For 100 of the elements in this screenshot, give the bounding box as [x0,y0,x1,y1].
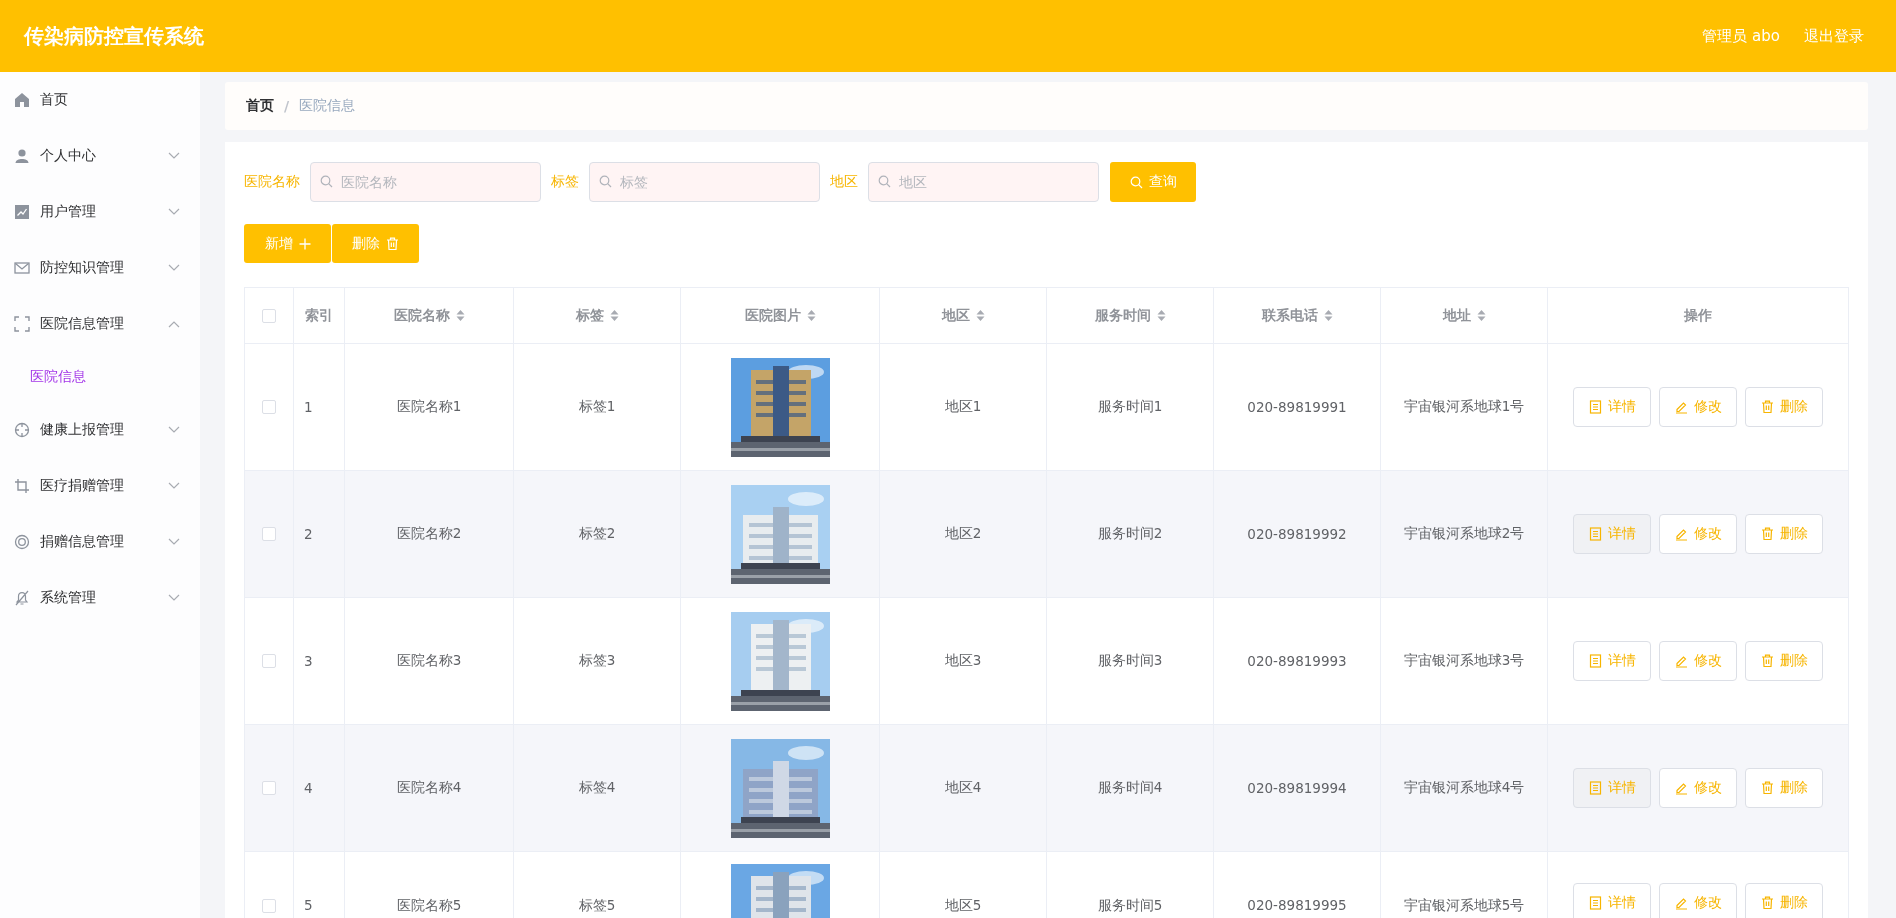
table-cell: 宇宙银河系地球1号 [1403,398,1525,416]
search-icon [878,175,891,188]
sidebar-subitem[interactable]: 医院信息 [0,352,200,402]
plus-icon [298,237,311,250]
checkbox[interactable] [262,308,276,323]
chart-icon [14,204,30,220]
table-cell: 020-89819991 [1247,399,1347,415]
search-icon [599,175,612,188]
table-cell: 4 [304,780,313,796]
sidebar-item[interactable]: 系统管理 [0,570,200,626]
column-header[interactable]: 地址 [1442,306,1471,325]
checkbox[interactable] [262,899,276,913]
breadcrumb-link[interactable]: 首页 [246,97,274,115]
sidebar-item[interactable]: 捐赠信息管理 [0,514,200,570]
checkbox[interactable] [262,654,276,668]
table-cell: 标签4 [578,779,616,797]
detail-button[interactable]: 详情 [1573,387,1651,427]
crop-icon [14,478,30,494]
trash-icon [386,237,399,250]
frame-icon [14,316,30,332]
edit-button[interactable]: 修改 [1659,883,1737,918]
sidebar-item[interactable]: 医院信息管理 [0,296,200,352]
sidebar-item[interactable]: 医疗捐赠管理 [0,458,200,514]
checkbox[interactable] [262,527,276,541]
edit-button[interactable]: 修改 [1659,768,1737,808]
column-header: 索引 [305,306,333,325]
sidebar-item[interactable]: 个人中心 [0,128,200,184]
search-field[interactable]: 标签 [589,162,820,202]
table-cell: 医院名称4 [396,779,462,797]
sidebar-item[interactable]: 健康上报管理 [0,402,200,458]
sidebar-item[interactable]: 用户管理 [0,184,200,240]
user-link[interactable]: 管理员 abo [1702,26,1780,46]
table-cell: 医院名称5 [396,897,462,915]
column-header[interactable]: 标签 [575,306,604,325]
table-cell: 020-89819992 [1247,526,1347,542]
detail-button[interactable]: 详情 [1573,641,1651,681]
sort-icon [609,309,619,322]
logout-link[interactable]: 退出登录 [1804,26,1864,46]
table-cell: 020-89819994 [1247,780,1347,796]
field-label: 标签 [551,173,579,191]
add-button[interactable]: 新增 [244,224,331,263]
app-title: 传染病防控宣传系统 [24,22,204,50]
edit-button[interactable]: 修改 [1659,387,1737,427]
column-header[interactable]: 医院图片 [744,306,801,325]
sort-icon [806,309,816,322]
checkbox[interactable] [262,400,276,414]
table-cell: 宇宙银河系地球5号 [1403,897,1525,915]
delete-button[interactable]: 删除 [1745,514,1823,554]
trash-icon [1760,400,1774,414]
breadcrumb-separator: / [284,98,290,114]
breadcrumb-link[interactable]: 医院信息 [299,97,356,115]
table-cell: 服务时间5 [1097,897,1163,915]
column-header[interactable]: 医院名称 [393,306,450,325]
delete-button[interactable]: 删除 [1745,387,1823,427]
table-cell: 宇宙银河系地球2号 [1403,525,1525,543]
checkbox[interactable] [262,781,276,795]
field-label: 地区 [830,173,858,191]
edit-button[interactable]: 修改 [1659,641,1737,681]
edit-button[interactable]: 修改 [1659,514,1737,554]
table-cell: 标签5 [578,897,616,915]
column-header: 操作 [1684,306,1712,325]
table-cell: 3 [304,653,313,669]
delete-button[interactable]: 删除 [1745,883,1823,918]
table-cell: 5 [304,897,313,913]
search-icon [320,175,333,188]
sort-icon [1323,309,1333,322]
table-cell: 宇宙银河系地球4号 [1403,779,1525,797]
document-icon [1588,896,1602,910]
delete-button[interactable]: 删除 [1745,641,1823,681]
mail-icon [14,260,30,276]
table-cell: 服务时间4 [1097,779,1163,797]
table-cell: 地区4 [944,779,982,797]
pencil-icon [1674,781,1688,795]
document-icon [1588,527,1602,541]
sidebar-item[interactable]: 防控知识管理 [0,240,200,296]
table-cell: 宇宙银河系地球3号 [1403,652,1525,670]
search-field[interactable]: 医院名称 [310,162,541,202]
detail-button[interactable]: 详情 [1573,514,1651,554]
delete-button[interactable]: 删除 [332,224,419,263]
sidebar-item[interactable]: 首页 [0,72,200,128]
table-cell: 医院名称3 [396,652,462,670]
search-field[interactable]: 地区 [868,162,1099,202]
sort-icon [1476,309,1486,322]
column-header[interactable]: 地区 [941,306,970,325]
user-icon [14,148,30,164]
table-cell: 020-89819993 [1247,653,1347,669]
column-header[interactable]: 服务时间 [1094,306,1151,325]
crosshair-icon [14,422,30,438]
detail-button[interactable]: 详情 [1573,883,1651,918]
document-icon [1588,654,1602,668]
table-cell: 标签2 [578,525,616,543]
detail-button[interactable]: 详情 [1573,768,1651,808]
sort-icon [975,309,985,322]
table-cell: 医院名称2 [396,525,462,543]
delete-button[interactable]: 删除 [1745,768,1823,808]
table-cell: 地区5 [944,897,982,915]
column-header[interactable]: 联系电话 [1261,306,1318,325]
search-button[interactable]: 查询 [1110,162,1196,202]
trash-icon [1760,896,1774,910]
trash-icon [1760,527,1774,541]
